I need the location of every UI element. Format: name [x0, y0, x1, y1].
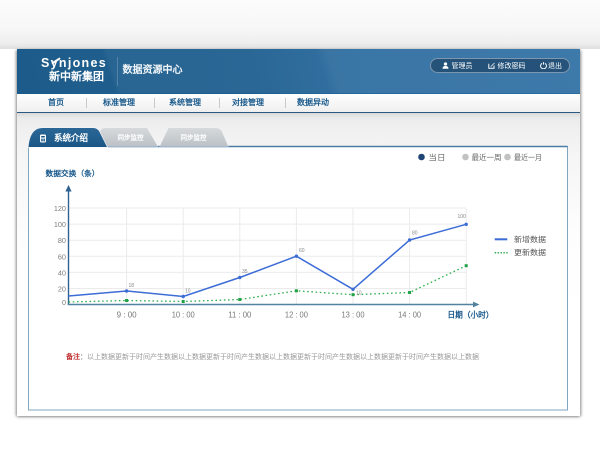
- svg-text:更新数据: 更新数据: [514, 247, 547, 257]
- svg-text:100: 100: [458, 214, 467, 220]
- svg-text:最近一月: 最近一月: [514, 152, 542, 162]
- svg-text:40: 40: [58, 268, 66, 277]
- svg-text:35: 35: [242, 269, 248, 275]
- svg-text:14 : 00: 14 : 00: [398, 311, 422, 320]
- svg-text:13 : 00: 13 : 00: [342, 311, 366, 320]
- svg-text:同步监控: 同步监控: [181, 133, 208, 142]
- svg-text:10 : 00: 10 : 00: [172, 311, 196, 320]
- svg-text:80: 80: [412, 231, 418, 237]
- svg-text:60: 60: [299, 248, 305, 254]
- svg-text:同步监控: 同步监控: [118, 133, 145, 142]
- svg-text:新增数据: 新增数据: [514, 234, 547, 244]
- svg-text:18: 18: [129, 283, 135, 289]
- svg-text:10: 10: [356, 291, 362, 297]
- svg-text:60: 60: [58, 252, 66, 261]
- svg-text:100: 100: [54, 220, 66, 229]
- svg-text:120: 120: [54, 204, 66, 213]
- svg-text:11 : 00: 11 : 00: [228, 311, 252, 320]
- svg-text:当日: 当日: [429, 152, 446, 162]
- svg-text:9 : 00: 9 : 00: [117, 311, 138, 320]
- svg-text:最近一周: 最近一周: [472, 152, 502, 162]
- svg-text:备注：以上数据更新于时间产生数据以上数据更新于时间产生数据以: 备注：以上数据更新于时间产生数据以上数据更新于时间产生数据以上数据更新于时间产生…: [65, 352, 479, 361]
- svg-text:数据交换（条）: 数据交换（条）: [46, 168, 100, 178]
- svg-text:日期（小时）: 日期（小时）: [448, 310, 494, 320]
- svg-text:0: 0: [62, 298, 66, 307]
- svg-text:12 : 00: 12 : 00: [285, 311, 309, 320]
- svg-text:系统介绍: 系统介绍: [54, 132, 88, 143]
- svg-text:80: 80: [58, 236, 66, 245]
- svg-text:10: 10: [185, 289, 191, 295]
- svg-text:20: 20: [58, 285, 66, 294]
